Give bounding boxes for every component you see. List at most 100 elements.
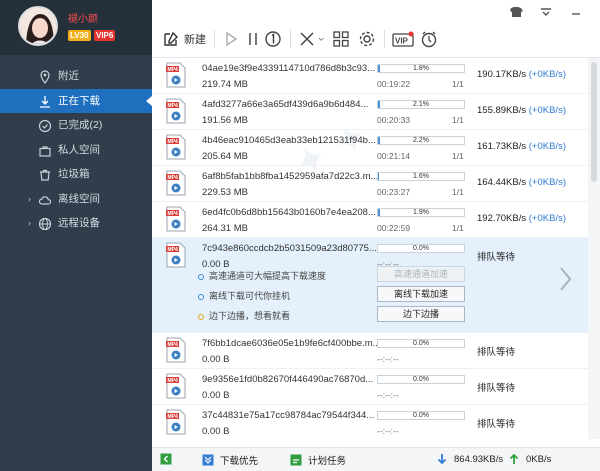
progress-percent: 0.0% <box>413 376 429 383</box>
file-size: 191.56 MB <box>202 115 248 126</box>
chevron-right-icon[interactable]: › <box>28 211 31 236</box>
table-row[interactable]: MP4 6af8b5fab1bb8fba1452959afa7d22c3.m...… <box>152 166 588 202</box>
download-speed: 864.93KB/s <box>436 453 503 465</box>
table-row[interactable]: MP4 4b46eac910465d3eab33eb121531f94b... 20… <box>152 130 588 166</box>
delete-icon <box>300 32 314 46</box>
pause-icon <box>249 33 257 45</box>
apps-button[interactable] <box>332 28 350 50</box>
sidebar-item-label: 正在下载 <box>58 94 100 107</box>
play-icon <box>226 31 238 47</box>
new-task-button[interactable]: 新建 <box>162 28 206 50</box>
option-hint-highspeed: 高速通道可大幅提高下载速度 <box>198 269 326 282</box>
time-remaining: --:--:-- <box>377 390 399 400</box>
time-remaining: 00:23:27 <box>377 187 411 197</box>
table-row[interactable]: MP4 4afd3277a66e3a65df439d6a9b6d484... 191… <box>152 94 588 130</box>
pause-button[interactable] <box>244 28 262 50</box>
apps-grid-icon <box>333 31 349 47</box>
table-row[interactable]: MP4 9e9356e1fd0b82670f446490ac76870d... 0.… <box>152 369 588 405</box>
speed-value: 155.89KB/s <box>477 105 527 116</box>
file-name: 04ae19e3f9e4339114710d786d8b3c93... <box>202 63 376 74</box>
play-while-downloading-button[interactable]: 边下边播 <box>377 306 465 322</box>
skin-icon[interactable] <box>508 6 524 18</box>
progress-bar: 0.0% <box>377 339 465 348</box>
time-remaining: --:--:-- <box>377 354 399 364</box>
sidebar-item-nearby[interactable]: 附近 <box>0 64 152 89</box>
sidebar-item-private-space[interactable]: 私人空间 <box>0 138 152 163</box>
delete-button[interactable] <box>298 28 316 50</box>
avatar-image <box>20 8 56 44</box>
highspeed-accelerate-button[interactable]: 高速通道加速 <box>377 266 465 282</box>
progress-bar: 1.9% <box>377 208 465 217</box>
table-row[interactable]: MP4 7f6bb1dcae6036e05e1b9fe6cf400bbe.m...… <box>152 333 588 369</box>
sidebar-item-trash[interactable]: 垃圾箱 <box>0 162 152 187</box>
time-remaining: 00:21:14 <box>377 151 411 161</box>
download-speed: 161.73KB/s (+0KB/s) <box>477 141 566 152</box>
offline-download-button[interactable]: 离线下载加速 <box>377 286 465 302</box>
cloud-icon <box>38 192 52 206</box>
progress-percent: 1.6% <box>413 173 429 180</box>
file-count: 1/1 <box>452 151 464 161</box>
scrollbar[interactable] <box>588 58 600 439</box>
speed-value: 161.73KB/s <box>477 141 527 152</box>
username[interactable]: 褪小颜 <box>68 10 98 25</box>
minimize-icon[interactable] <box>568 6 584 18</box>
file-name: 4b46eac910465d3eab33eb121531f94b... <box>202 135 376 146</box>
vip-badge[interactable]: VIP6 <box>94 30 116 41</box>
table-row[interactable]: MP4 04ae19e3f9e4339114710d786d8b3c93... 21… <box>152 58 588 94</box>
vip-button[interactable]: VIP <box>392 28 414 50</box>
speed-value: 192.70KB/s <box>477 213 527 224</box>
time-remaining: 00:20:33 <box>377 115 411 125</box>
chevron-right-icon[interactable] <box>558 266 572 292</box>
speedup-button[interactable] <box>420 28 438 50</box>
progress-bar: 1.6% <box>377 172 465 181</box>
file-count: 1/1 <box>452 187 464 197</box>
svg-text:MP4: MP4 <box>168 139 179 145</box>
gear-icon <box>359 31 375 47</box>
one-task-button[interactable] <box>264 28 282 50</box>
chevron-right-icon[interactable]: › <box>28 187 31 212</box>
file-name: 7c943e860ccdcb2b5031509a23d80775... <box>202 243 377 254</box>
briefcase-icon <box>38 143 52 157</box>
toolbar-divider <box>384 30 385 48</box>
sidebar-item-offline-space[interactable]: › 离线空间 <box>0 187 152 212</box>
table-row[interactable]: MP4 6ed4fc0b6d8bb15643b0160b7e4ea208... 26… <box>152 202 588 238</box>
sidebar-item-label: 私人空间 <box>58 143 100 156</box>
sidebar-item-label: 垃圾箱 <box>58 168 90 180</box>
level-badge: LV30 <box>68 30 91 41</box>
sidebar-item-remote-devices[interactable]: › 远程设备 <box>0 211 152 236</box>
toolbar-divider <box>290 30 291 48</box>
sidebar-item-label: 离线空间 <box>58 192 100 205</box>
scheduled-tasks-button[interactable]: 计划任务 <box>290 453 346 467</box>
file-size: 205.64 MB <box>202 151 248 162</box>
download-icon <box>38 94 52 108</box>
file-size: 0.00 B <box>202 354 230 365</box>
collapse-sidebar-button[interactable] <box>160 453 178 465</box>
svg-text:MP4: MP4 <box>168 67 179 73</box>
speed-boost: (+0KB/s) <box>528 69 566 80</box>
queue-status: 排队等待 <box>477 252 516 263</box>
trash-icon <box>38 167 52 181</box>
sidebar-item-completed[interactable]: 已完成(2) <box>0 113 152 138</box>
check-circle-icon <box>38 118 52 133</box>
scrollbar-thumb[interactable] <box>591 62 597 182</box>
sidebar-item-downloading[interactable]: 正在下载 <box>0 88 152 113</box>
start-button[interactable] <box>222 28 240 50</box>
avatar[interactable] <box>18 6 58 46</box>
download-priority-label: 下载优先 <box>220 456 259 467</box>
mp4-file-icon: MP4 <box>166 373 186 399</box>
toolbar: 新建 VIP <box>152 0 600 58</box>
table-row[interactable]: MP4 37c44831e75a17cc98784ac79544f344... 0.… <box>152 405 588 439</box>
svg-text:VIP: VIP <box>395 37 409 46</box>
download-speed: 190.17KB/s (+0KB/s) <box>477 69 566 80</box>
time-remaining: 00:22:59 <box>377 223 411 233</box>
progress-percent: 2.2% <box>413 137 429 144</box>
settings-button[interactable] <box>358 28 376 50</box>
delete-dropdown[interactable] <box>318 28 326 50</box>
single-task-icon <box>265 31 281 47</box>
file-size: 0.00 B <box>202 390 230 401</box>
download-priority-button[interactable]: 下载优先 <box>202 453 258 467</box>
table-row-selected[interactable]: MP4 7c943e860ccdcb2b5031509a23d80775... … <box>152 238 588 333</box>
svg-text:MP4: MP4 <box>168 247 179 253</box>
menu-icon[interactable] <box>538 6 554 18</box>
file-size: 264.31 MB <box>202 223 248 234</box>
